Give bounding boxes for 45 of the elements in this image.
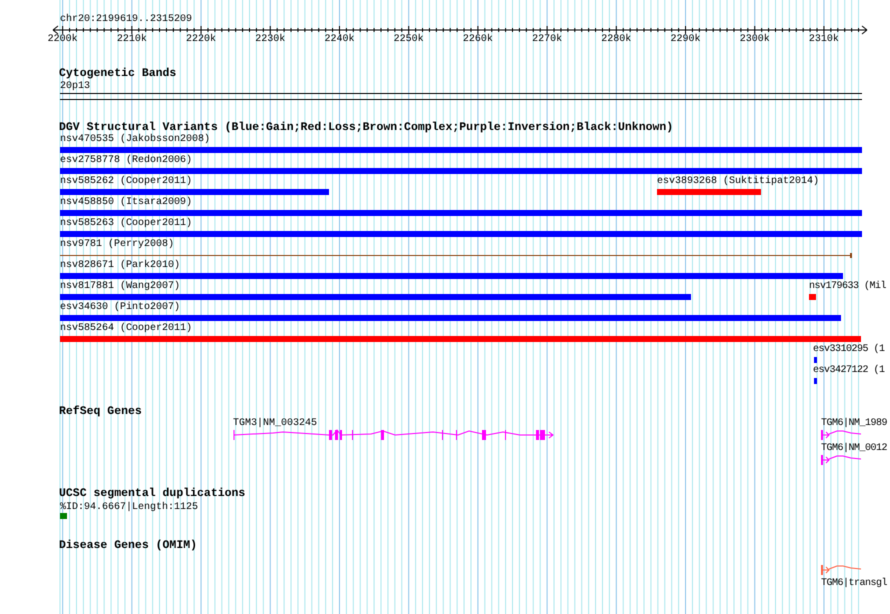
tick-label: 2230k: [255, 34, 286, 45]
variant-label: nsv470535 (Jakobsson2008): [60, 134, 210, 145]
tick-label: 2210k: [116, 34, 147, 45]
variant-label: nsv828671 (Park2010): [60, 260, 180, 271]
variant-bar: [809, 294, 816, 300]
track-title: Cytogenetic Bands: [59, 67, 176, 80]
tick-label: 2310k: [808, 34, 839, 45]
gene-drawing: [821, 565, 861, 575]
band-label: 20p13: [60, 81, 90, 92]
tick-label: 2260k: [462, 34, 493, 45]
gene-drawing: [821, 455, 861, 465]
variant-label: esv34630 (Pinto2007): [60, 302, 180, 313]
tick-label: 2300k: [740, 34, 770, 45]
duplication-bar: [60, 513, 67, 519]
tick-label: 2200k: [48, 34, 78, 45]
variant-label: nsv458850 (Itsara2009): [60, 197, 192, 208]
tick-label: 2290k: [670, 34, 701, 45]
variant-label: esv3893268 (Suktitipat2014): [657, 176, 820, 187]
track-title: RefSeq Genes: [59, 405, 142, 418]
gene-label: TGM6|NM_0012: [821, 443, 888, 454]
gene-label: TGM6|transgl: [821, 578, 888, 589]
variant-label: nsv585264 (Cooper2011): [60, 323, 192, 334]
tick-label: 2220k: [186, 34, 216, 45]
variant-label: nsv817881 (Wang2007): [60, 281, 180, 292]
variant-label: esv3310295 (1: [813, 344, 885, 355]
variant-bar: [814, 357, 817, 363]
track-title: Disease Genes (OMIM): [59, 539, 198, 552]
track-title: DGV Structural Variants (Blue:Gain;Red:Loss;Brown:Complex;Purple:Inversion;Black:Unknown): [59, 121, 674, 134]
variant-label: esv3427122 (1: [813, 365, 885, 376]
track-title: UCSC segmental duplications: [59, 487, 246, 500]
variant-label: nsv585262 (Cooper2011): [60, 176, 192, 187]
gene-drawing: [821, 430, 861, 440]
tick-label: 2280k: [601, 34, 632, 45]
location-label: chr20:2199619..2315209: [60, 14, 192, 25]
variant-label: nsv9781 (Perry2008): [60, 239, 174, 250]
variant-label: nsv585263 (Cooper2011): [60, 218, 192, 229]
tick-label: 2240k: [324, 34, 354, 45]
gene-label: TGM6|NM_1989: [821, 418, 888, 429]
tick-label: 2270k: [532, 34, 562, 45]
variant-label: esv2758778 (Redon2006): [60, 155, 192, 166]
tick-label: 2250k: [394, 34, 424, 45]
variant-label: nsv179633 (Mil: [809, 281, 886, 292]
gene-label: TGM3|NM_003245: [233, 418, 318, 429]
variant-bar: [814, 378, 817, 384]
duplication-label: %ID:94.6667|Length:1125: [60, 502, 198, 513]
